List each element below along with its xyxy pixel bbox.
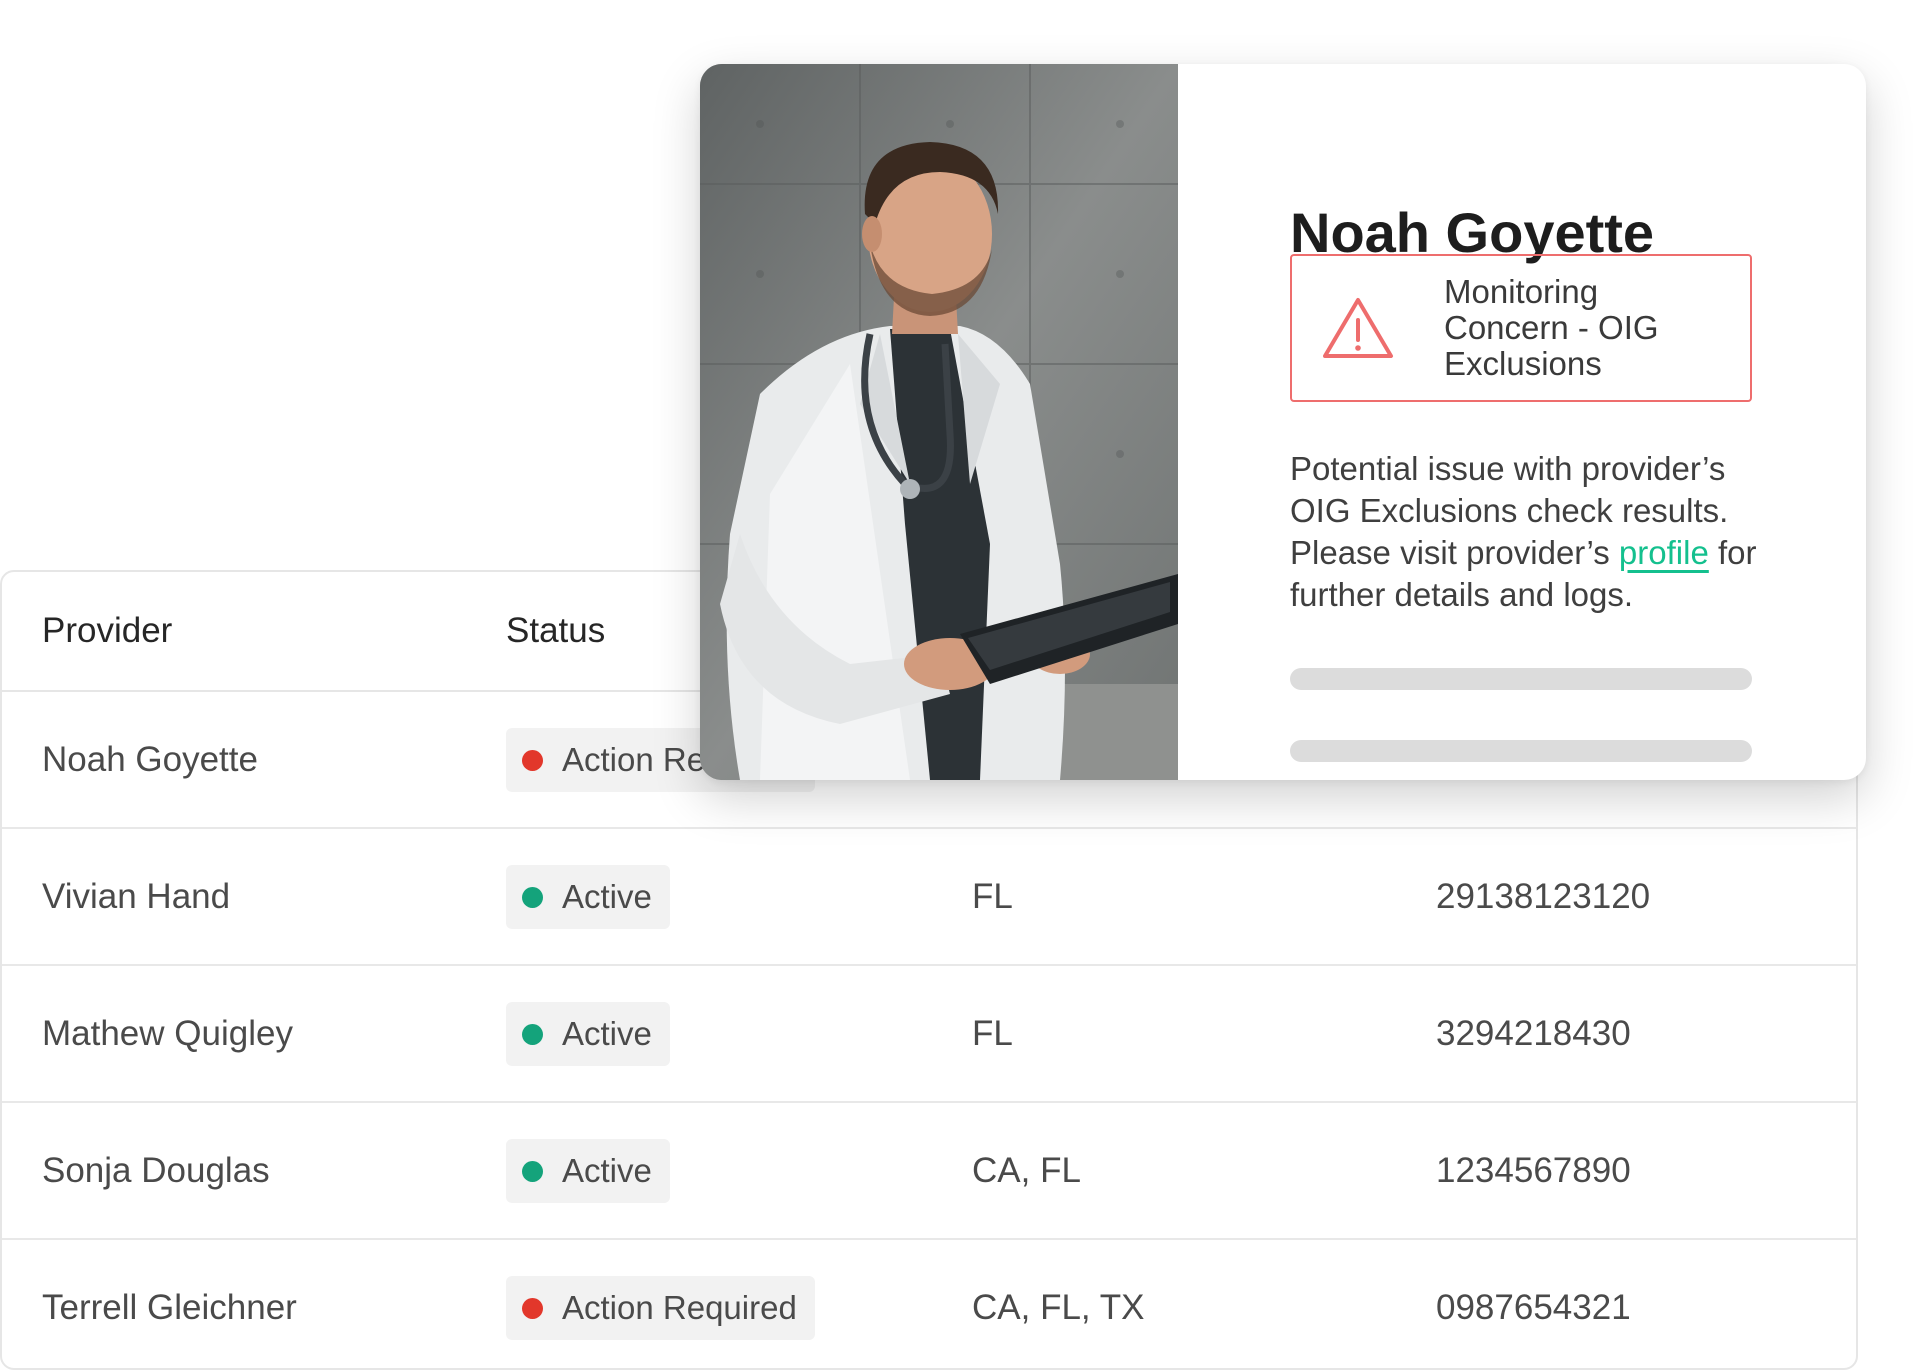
loading-placeholder-bar — [1290, 740, 1752, 762]
monitoring-alert: Monitoring Concern - OIG Exclusions — [1290, 254, 1752, 402]
provider-name[interactable]: Mathew Quigley — [42, 966, 293, 1101]
status-label: Active — [562, 1015, 652, 1052]
states-cell: CA, FL — [972, 1151, 1081, 1190]
npi-cell: 1234567890 — [1436, 1151, 1631, 1190]
status-dot — [522, 1298, 543, 1319]
provider-name[interactable]: Vivian Hand — [42, 829, 230, 964]
status-badge: Active — [506, 1139, 670, 1203]
status-label: Action Required — [562, 1289, 797, 1326]
states-cell: FL — [972, 877, 1013, 916]
alert-text: Monitoring Concern - OIG Exclusions — [1444, 273, 1659, 382]
table-row[interactable]: Sonja Douglas Active CA, FL 1234567890 — [2, 1103, 1856, 1240]
status-dot — [522, 1161, 543, 1182]
provider-name[interactable]: Terrell Gleichner — [42, 1240, 297, 1368]
provider-name[interactable]: Sonja Douglas — [42, 1103, 270, 1238]
provider-popup-card: Noah Goyette Monitoring Concern - OIG Ex… — [700, 64, 1866, 780]
profile-link[interactable]: profile — [1619, 534, 1709, 571]
status-dot — [522, 1024, 543, 1045]
provider-name[interactable]: Noah Goyette — [42, 692, 258, 827]
npi-cell: 0987654321 — [1436, 1288, 1631, 1327]
status-badge: Active — [506, 865, 670, 929]
alert-description: Potential issue with provider’s OIG Excl… — [1290, 448, 1760, 616]
status-label: Active — [562, 1152, 652, 1189]
status-dot — [522, 750, 543, 771]
status-dot — [522, 887, 543, 908]
column-header-provider[interactable]: Provider — [42, 572, 172, 690]
npi-cell: 29138123120 — [1436, 877, 1651, 916]
loading-placeholder-bar — [1290, 668, 1752, 690]
status-badge: Action Required — [506, 1276, 815, 1340]
table-row[interactable]: Terrell Gleichner Action Required CA, FL… — [2, 1240, 1856, 1368]
status-label: Active — [562, 878, 652, 915]
states-cell: FL — [972, 1014, 1013, 1053]
status-badge: Active — [506, 1002, 670, 1066]
npi-cell: 3294218430 — [1436, 1014, 1631, 1053]
warning-triangle-icon — [1323, 298, 1393, 358]
table-row[interactable]: Vivian Hand Active FL 29138123120 — [2, 829, 1856, 966]
table-row[interactable]: Mathew Quigley Active FL 3294218430 — [2, 966, 1856, 1103]
provider-photo — [700, 64, 1178, 780]
states-cell: CA, FL, TX — [972, 1288, 1145, 1327]
column-header-status[interactable]: Status — [506, 572, 605, 690]
